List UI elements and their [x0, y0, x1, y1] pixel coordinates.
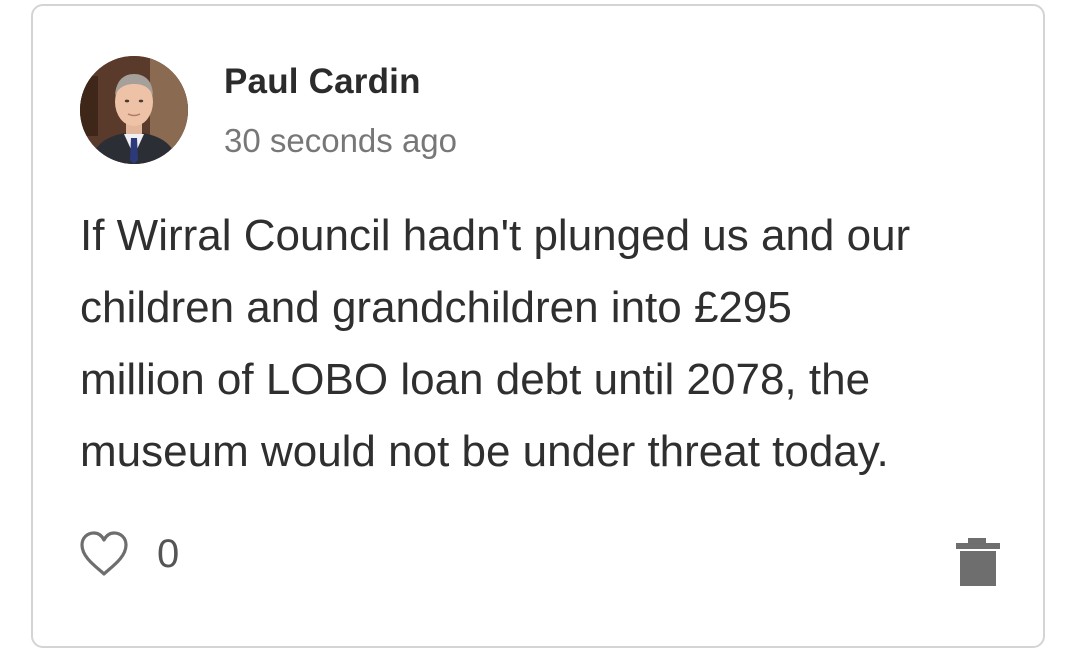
author-avatar[interactable]	[80, 56, 188, 164]
comment-timestamp: 30 seconds ago	[224, 122, 458, 159]
comment-card: Paul Cardin 30 seconds ago If Wirral Cou…	[31, 4, 1045, 648]
like-count: 0	[157, 532, 180, 576]
trash-icon	[956, 538, 1000, 586]
delete-button[interactable]	[952, 536, 1004, 588]
comment-text: If Wirral Council hadn't plunged us and …	[80, 211, 911, 476]
author-name[interactable]: Paul Cardin	[224, 62, 421, 102]
like-button[interactable]	[78, 530, 130, 578]
heart-outline-icon	[80, 531, 128, 576]
avatar-image	[80, 56, 188, 164]
